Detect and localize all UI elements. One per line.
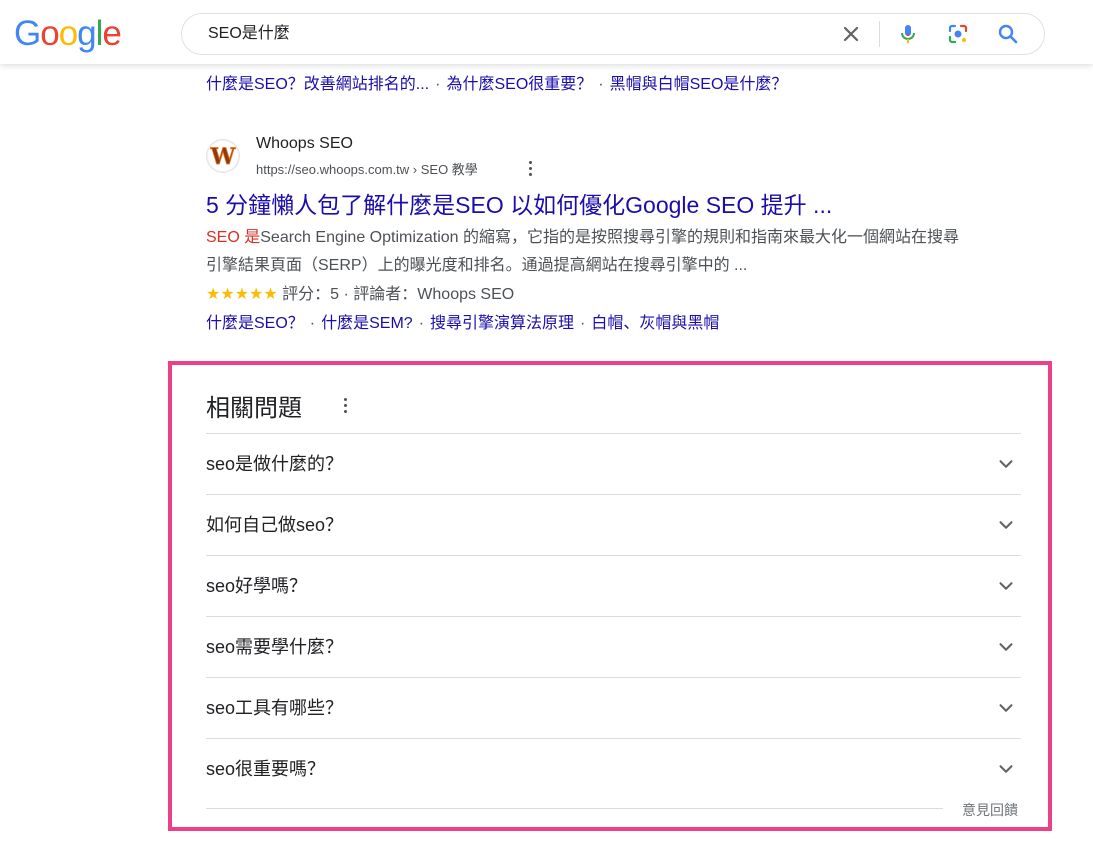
paa-question-item[interactable]: seo需要學什麼？ <box>206 616 1021 677</box>
sitelink-separator: · <box>418 315 425 332</box>
result-title-link[interactable]: 5 分鐘懶人包了解什麼是SEO 以如何優化Google SEO 提升 ... <box>206 186 832 220</box>
paa-question-text: 如何自己做seo？ <box>206 515 344 535</box>
chevron-down-icon <box>999 582 1013 590</box>
paa-question-text: seo好學嗎？ <box>206 576 308 596</box>
lens-icon[interactable] <box>946 22 970 46</box>
sitelink[interactable]: 什麼是SEO？改善網站排名的... <box>206 76 429 93</box>
logo-letter: e <box>102 14 121 53</box>
search-results-page: Google SEO是什麼 什麼是SEO？改善網站排名的... · 為什麼SEO… <box>0 0 1093 860</box>
chevron-down-icon <box>999 704 1013 712</box>
logo-letter: o <box>40 14 59 53</box>
paa-question-item[interactable]: seo是做什麼的？ <box>206 433 1021 494</box>
favicon-letter: W <box>210 144 236 170</box>
logo-letter: o <box>58 14 78 53</box>
sitelink[interactable]: 黑帽與白帽SEO是什麼？ <box>610 76 788 93</box>
snippet-text: Search Engine Optimization 的縮寫，它指的是按照搜尋引… <box>206 229 960 274</box>
paa-question-item[interactable]: seo很重要嗎？ <box>206 738 1021 799</box>
sitelink-separator: · <box>435 76 441 93</box>
result-rating: ★★★★★ 評分：5 · 評論者：Whoops SEO <box>206 280 514 304</box>
site-url[interactable]: https://seo.whoops.com.tw › SEO 教學 <box>256 159 478 178</box>
rating-text: 評分：5 · 評論者：Whoops SEO <box>282 286 515 303</box>
chevron-down-icon <box>999 521 1013 529</box>
paa-question-item[interactable]: seo好學嗎？ <box>206 555 1021 616</box>
sitelink[interactable]: 白帽、灰帽與黑帽 <box>591 315 719 332</box>
logo-letter: G <box>14 14 41 53</box>
people-also-ask-list: seo是做什麼的？ 如何自己做seo？ seo好學嗎？ seo需要學什麼？ se… <box>206 433 1021 799</box>
sitelink[interactable]: 什麼是SEO？ <box>206 315 304 332</box>
search-box-divider <box>879 21 880 47</box>
search-icon[interactable] <box>996 22 1020 46</box>
people-also-ask-title: 相關問題 <box>206 395 302 422</box>
logo-letter: g <box>77 14 96 53</box>
search-box[interactable]: SEO是什麼 <box>181 13 1045 55</box>
feedback-link[interactable]: 意見回饋 <box>962 800 1018 820</box>
result-more-options-icon[interactable] <box>527 161 533 179</box>
site-name[interactable]: Whoops SEO <box>256 135 353 153</box>
header: Google SEO是什麼 <box>0 0 1093 64</box>
clear-icon[interactable] <box>839 22 863 46</box>
paa-question-text: seo是做什麼的？ <box>206 454 344 474</box>
rating-stars-icon: ★★★★★ <box>206 286 278 303</box>
whoops-logo-icon: W <box>208 141 238 171</box>
result-snippet: SEO 是Search Engine Optimization 的縮寫，它指的是… <box>206 224 966 280</box>
chevron-down-icon <box>999 765 1013 773</box>
previous-result-sitelinks: 什麼是SEO？改善網站排名的... · 為什麼SEO很重要？ · 黑帽與白帽SEO是什麼… <box>206 70 787 94</box>
sitelink[interactable]: 什麼是SEM? <box>321 315 413 332</box>
paa-question-text: seo需要學什麼？ <box>206 637 344 657</box>
paa-question-item[interactable]: seo工具有哪些？ <box>206 677 1021 738</box>
site-favicon[interactable]: W <box>206 139 240 173</box>
sitelink-separator: · <box>309 315 316 332</box>
people-also-ask-bottom-divider <box>206 808 943 809</box>
paa-question-item[interactable]: 如何自己做seo？ <box>206 494 1021 555</box>
chevron-down-icon <box>999 643 1013 651</box>
result-sitelinks: 什麼是SEO？ · 什麼是SEM? · 搜尋引擎演算法原理 · 白帽、灰帽與黑帽 <box>206 309 719 333</box>
google-logo[interactable]: Google <box>14 14 122 54</box>
microphone-icon[interactable] <box>896 22 920 46</box>
sitelink[interactable]: 搜尋引擎演算法原理 <box>430 315 574 332</box>
logo-letter: l <box>95 14 104 53</box>
paa-question-text: seo很重要嗎？ <box>206 759 326 779</box>
sitelink-separator: · <box>598 76 604 93</box>
search-input[interactable]: SEO是什麼 <box>208 14 290 54</box>
sitelink-separator: · <box>580 315 586 332</box>
paa-question-text: seo工具有哪些？ <box>206 698 344 718</box>
people-also-ask-more-icon[interactable] <box>342 398 348 416</box>
sitelink[interactable]: 為什麼SEO很重要？ <box>446 76 592 93</box>
chevron-down-icon <box>999 460 1013 468</box>
snippet-highlight: SEO 是 <box>206 229 261 246</box>
